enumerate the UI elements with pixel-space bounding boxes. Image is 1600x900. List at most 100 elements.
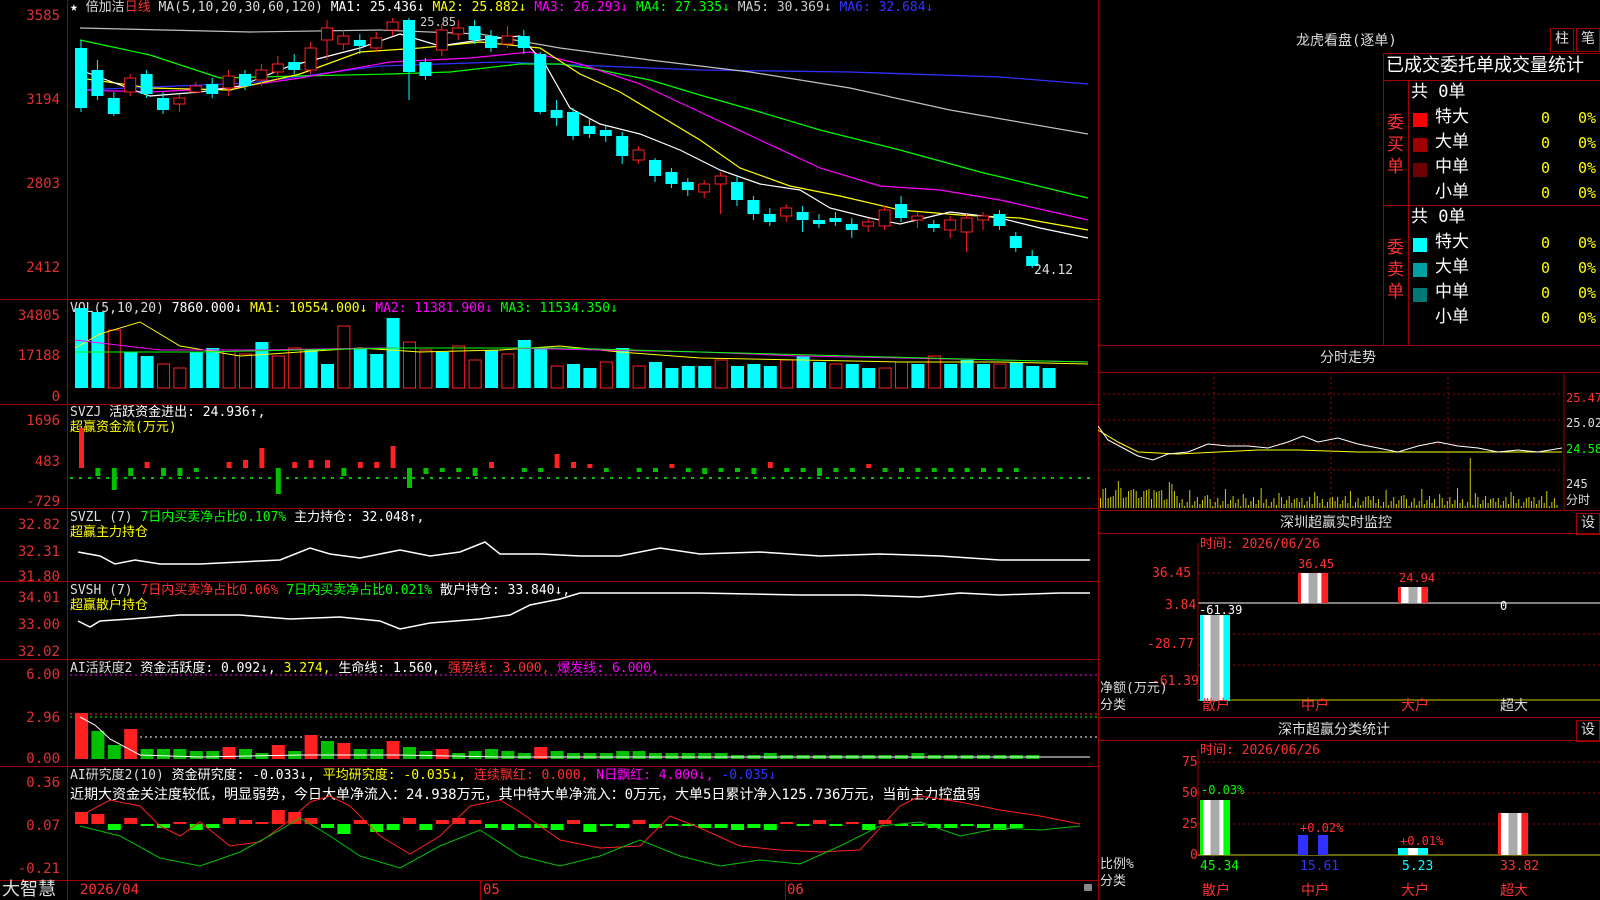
fund-flow-bar-out xyxy=(111,468,117,490)
bar-mode-button[interactable]: 柱 xyxy=(1550,28,1574,52)
fund-flow-bar-out xyxy=(915,468,921,472)
order-pct: 0% xyxy=(1578,284,1597,302)
volume-bar-up xyxy=(599,361,613,389)
candle-body-up xyxy=(222,75,235,89)
volume-bar-up xyxy=(780,359,794,389)
intraday-volume-bar xyxy=(1497,498,1499,508)
intraday-volume-bar xyxy=(1523,502,1525,508)
fund-flow-bar-in xyxy=(767,462,773,468)
stats-settings-button[interactable]: 设 xyxy=(1576,720,1600,742)
monitor-settings-button[interactable]: 设 xyxy=(1576,513,1600,535)
intraday-volume-bar xyxy=(1342,500,1344,508)
tab-order[interactable]: 委托单 xyxy=(1440,55,1494,76)
fund-flow-bar-in xyxy=(571,462,576,468)
intraday-volume-bar xyxy=(1105,488,1107,508)
activity-bar xyxy=(173,749,187,759)
fund-flow-bar-in xyxy=(374,462,380,468)
volume-bar-up xyxy=(878,367,892,389)
research-bar-green xyxy=(698,824,712,828)
volume-bar-up xyxy=(271,355,285,389)
intraday-volume-bar xyxy=(1156,492,1158,508)
intraday-volume-bar xyxy=(1344,496,1346,508)
stats-bar-super-shade xyxy=(1508,813,1518,855)
fund-flow-bar-out xyxy=(275,468,281,494)
intraday-volume-bar xyxy=(1163,500,1165,508)
intraday-volume-bar xyxy=(1212,506,1214,508)
tab-done[interactable]: 已成交 xyxy=(1386,55,1440,76)
intraday-volume-bar xyxy=(1357,498,1359,508)
intraday-bottom xyxy=(1098,510,1600,511)
order-pct: 0% xyxy=(1578,259,1597,277)
fund-flow-bar-out xyxy=(472,468,478,476)
intraday-volume-bar xyxy=(1530,501,1532,508)
intraday-volume-bar xyxy=(1416,505,1418,508)
tick-mode-button[interactable]: 笔 xyxy=(1576,28,1600,52)
research-bar-red xyxy=(91,814,105,824)
intraday-volume-bar xyxy=(1265,499,1267,508)
order-count: 0 xyxy=(1541,159,1551,177)
app-logo[interactable]: 大智慧 xyxy=(2,881,56,899)
stats-bar-super-edge xyxy=(1498,813,1501,855)
monitor-bar-mid-edge xyxy=(1298,573,1301,603)
svsh-chart xyxy=(77,592,1090,630)
volume-bar-up xyxy=(895,361,908,389)
volume-bar-up xyxy=(468,359,482,389)
intraday-volume-bar xyxy=(1439,494,1441,508)
order-type-label: 中单 xyxy=(1435,282,1469,302)
research-bar-green xyxy=(337,824,351,834)
monitor-title: 深圳超赢实时监控 xyxy=(1280,515,1392,531)
candle-body-down xyxy=(485,36,497,48)
intraday-volume-bar xyxy=(1100,498,1101,508)
candle-body-down xyxy=(403,20,415,72)
candle-body-down xyxy=(1009,236,1022,248)
intraday-volume-bar xyxy=(1237,499,1239,508)
stats-value: 33.82 xyxy=(1500,859,1540,874)
fund-flow-bar-in xyxy=(866,464,872,468)
candle-body-down xyxy=(813,220,825,224)
research-bar-red xyxy=(222,818,236,824)
stats-chart xyxy=(1197,750,1600,856)
sell-total: 共 0单 xyxy=(1411,207,1466,227)
volume-bar-down xyxy=(944,364,958,388)
research-bar-green xyxy=(665,824,679,826)
candle-body-down xyxy=(75,48,87,108)
intraday-volume-bar xyxy=(1301,498,1303,508)
activity-bar xyxy=(124,729,138,759)
activity-bar xyxy=(435,749,449,759)
candle-body-up xyxy=(337,35,350,45)
volume-bar-down xyxy=(583,368,597,388)
intraday-volume-bar xyxy=(1145,490,1147,508)
tab-volume-stats[interactable]: 成交量统计 xyxy=(1494,55,1584,76)
intraday-volume-bar xyxy=(1474,493,1476,508)
intraday-volume-bar xyxy=(1479,504,1481,508)
intraday-volume-bar xyxy=(1434,499,1436,508)
volume-bar-down xyxy=(91,312,105,388)
stats-bar-retail-edge xyxy=(1200,800,1203,855)
intraday-volume-bar xyxy=(1492,498,1494,508)
intraday-volume-bar xyxy=(1500,505,1502,508)
lock-icon[interactable] xyxy=(1084,884,1092,891)
fund-flow-bar-out xyxy=(538,468,544,472)
stats-value: 45.34 xyxy=(1200,859,1240,874)
order-type-label: 小单 xyxy=(1435,307,1469,327)
candle-body-up xyxy=(255,69,268,81)
volume-bar-down xyxy=(124,352,138,388)
volume-bar-down xyxy=(845,364,859,388)
intraday-volume-bar xyxy=(1222,501,1224,508)
order-count: 0 xyxy=(1541,234,1551,252)
fund-flow-bar-out xyxy=(193,468,199,472)
stats-bar-retail-edge xyxy=(1223,800,1230,855)
intraday-volume-bar xyxy=(1117,481,1119,508)
intraday-volume-bar xyxy=(1278,493,1280,508)
monitor-bar-retail-shade xyxy=(1210,615,1220,701)
stats-pct-label: -0.03% xyxy=(1201,783,1245,797)
fund-flow-bar-in xyxy=(144,462,150,468)
research-bar-red xyxy=(780,822,794,824)
research-bar-red xyxy=(124,818,138,824)
intraday-volume-bar xyxy=(1321,499,1323,508)
intraday-volume-bar xyxy=(1112,496,1114,508)
stats-pct-label: +0.01% xyxy=(1400,834,1444,848)
research-bar-green xyxy=(829,824,843,826)
intraday-volume-bar xyxy=(1122,498,1124,508)
activity-bar xyxy=(599,753,613,759)
